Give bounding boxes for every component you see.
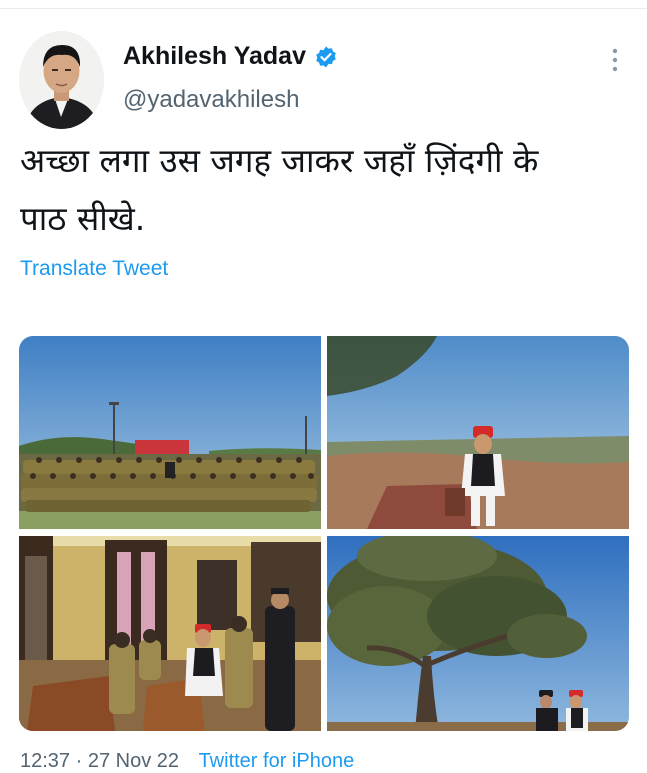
top-divider [0, 8, 647, 9]
photo-cadets-group[interactable] [19, 336, 321, 529]
tweet-timestamp[interactable]: 12:37 · 27 Nov 22 [20, 750, 179, 772]
more-options-icon[interactable] [606, 46, 624, 74]
tweet-text: अच्छा लगा उस जगह जाकर जहाँ ज़िंदगी के पा… [20, 132, 620, 248]
photo-classroom[interactable] [19, 536, 321, 731]
media-grid [19, 336, 629, 731]
photo-tree-sky[interactable] [327, 536, 629, 731]
author-handle[interactable]: @yadavakhilesh [123, 86, 299, 114]
tweet-text-line-1: अच्छा लगा उस जगह जाकर जहाँ ज़िंदगी के [20, 141, 539, 180]
translate-tweet-link[interactable]: Translate Tweet [20, 257, 168, 281]
tweet-source-link[interactable]: Twitter for iPhone [199, 750, 355, 772]
author-name-row[interactable]: Akhilesh Yadav [123, 42, 338, 71]
avatar[interactable] [19, 31, 104, 129]
verified-badge-icon [314, 45, 338, 69]
tweet-text-line-2: पाठ सीखे. [20, 199, 146, 238]
photo-hilltop-man[interactable] [327, 336, 629, 529]
author-name[interactable]: Akhilesh Yadav [123, 42, 306, 71]
